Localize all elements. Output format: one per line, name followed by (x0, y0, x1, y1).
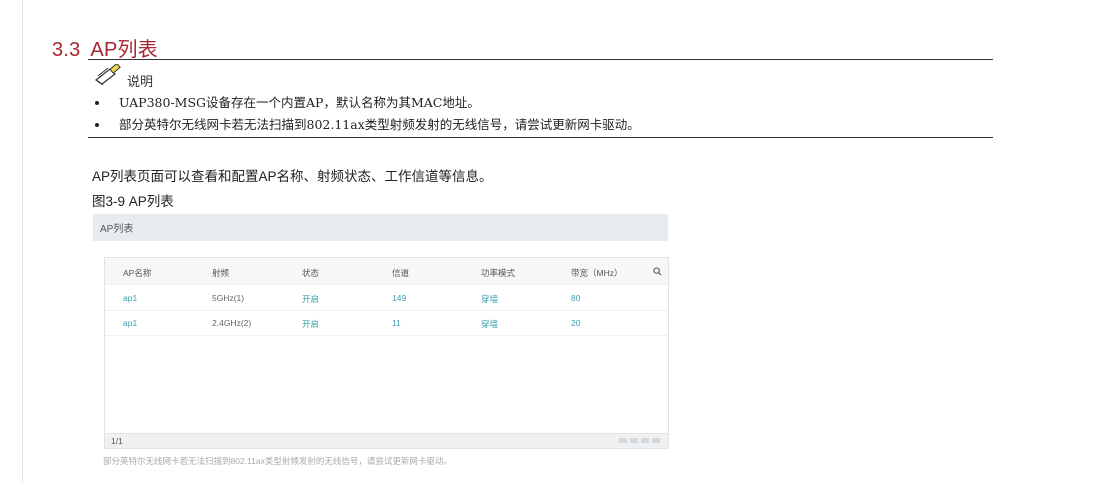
figure-caption: 图3-9 AP列表 (92, 194, 174, 209)
column-header-bandwidth[interactable]: 带宽（MHz） (571, 267, 622, 279)
column-header-channel[interactable]: 信道 (392, 267, 409, 279)
page-indicator: 1/1 (111, 436, 123, 446)
section-number: 3.3 (52, 39, 81, 61)
cell-ap-name[interactable]: ap1 (123, 293, 137, 303)
page-left-rule (22, 0, 23, 482)
note-list: UAP380-MSG设备存在一个内置AP，默认名称为其MAC地址。 部分英特尔无… (92, 92, 640, 136)
cell-power-mode[interactable]: 穿墙 (481, 318, 498, 330)
pagination-bar: 1/1 (105, 433, 668, 448)
table-row: ap1 2.4GHz(2) 开启 11 穿墙 20 (105, 310, 668, 336)
note-pencil-icon (94, 64, 121, 86)
note-item: UAP380-MSG设备存在一个内置AP，默认名称为其MAC地址。 (92, 92, 640, 114)
figure-footnote: 部分英特尔无线网卡若无法扫描到802.11ax类型射频发射的无线信号，请尝试更新… (103, 456, 452, 466)
cell-radio: 2.4GHz(2) (212, 318, 252, 328)
column-header-status[interactable]: 状态 (302, 267, 319, 279)
next-page-button[interactable] (641, 438, 649, 443)
column-header-ap-name[interactable]: AP名称 (123, 267, 151, 279)
cell-ap-name[interactable]: ap1 (123, 318, 137, 328)
ap-list-panel: AP名称 射频 状态 信道 功率模式 带宽（MHz） ap1 5GHz(1) 开… (104, 257, 669, 449)
column-header-radio[interactable]: 射频 (212, 267, 229, 279)
cell-bandwidth[interactable]: 80 (571, 293, 580, 303)
cell-status[interactable]: 开启 (302, 293, 319, 305)
bullet-dot (95, 123, 99, 127)
intro-paragraph: AP列表页面可以查看和配置AP名称、射频状态、工作信道等信息。 (92, 169, 493, 184)
section-title: AP列表 (90, 39, 158, 61)
cell-channel[interactable]: 11 (392, 318, 401, 328)
note-bottom-rule (88, 137, 993, 138)
note-item: 部分英特尔无线网卡若无法扫描到802.11ax类型射频发射的无线信号，请尝试更新… (92, 114, 640, 136)
last-page-button[interactable] (652, 438, 660, 443)
cell-radio: 5GHz(1) (212, 293, 245, 303)
heading-rule (88, 59, 993, 60)
cell-bandwidth[interactable]: 20 (571, 318, 580, 328)
prev-page-button[interactable] (630, 438, 638, 443)
first-page-button[interactable] (619, 438, 627, 443)
pagination-buttons (619, 438, 660, 443)
bullet-dot (95, 101, 99, 105)
cell-status[interactable]: 开启 (302, 318, 319, 330)
table-row: ap1 5GHz(1) 开启 149 穿墙 80 (105, 285, 668, 311)
cell-channel[interactable]: 149 (392, 293, 406, 303)
table-header: AP名称 射频 状态 信道 功率模式 带宽（MHz） (105, 258, 668, 285)
cell-power-mode[interactable]: 穿墙 (481, 293, 498, 305)
section-heading: 3.3 AP列表 (52, 33, 158, 62)
figure-header-title: AP列表 (100, 224, 134, 235)
column-header-power-mode[interactable]: 功率模式 (481, 267, 515, 279)
figure-header-bar: AP列表 (93, 214, 668, 241)
search-icon[interactable] (653, 267, 662, 276)
note-label: 说明 (127, 75, 154, 90)
